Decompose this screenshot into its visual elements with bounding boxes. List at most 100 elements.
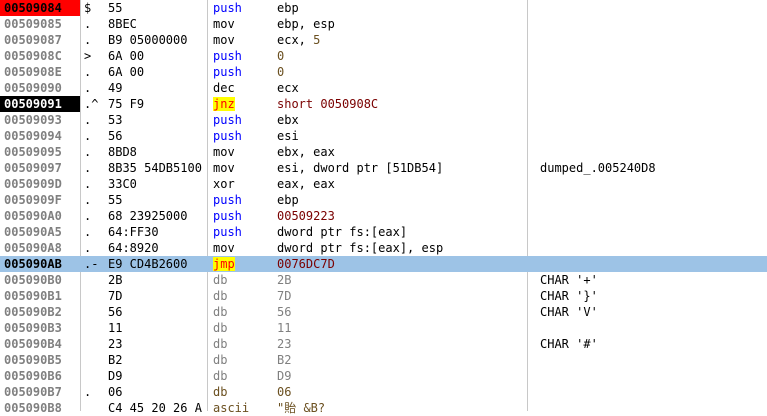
disasm-row[interactable]: 00509091 .^ 75 F9 jnz short 0050908C [0, 96, 767, 112]
disasm-row[interactable]: 00509095. 8BD8 mov ebx, eax [0, 144, 767, 160]
mnemonic: db [213, 353, 228, 367]
mnemonic: db [213, 305, 228, 319]
mnemonic-cell: push [211, 0, 277, 16]
disasm-row[interactable]: 005090B1 7D db 7D CHAR '}' [0, 288, 767, 304]
hex-dump-cell: 64:FF30 [108, 225, 159, 239]
disasm-row[interactable]: 0050908C >6A 00 push 0 [0, 48, 767, 64]
disasm-row[interactable]: 00509084 $55 push ebp [0, 0, 767, 16]
operands-cell: 0 [277, 49, 285, 63]
disasm-row[interactable]: 005090B0 2B db 2B CHAR '+' [0, 272, 767, 288]
address-cell: 0050909D [4, 177, 62, 191]
jump-marker [84, 272, 104, 288]
hex-dump-cell: 55 [108, 1, 123, 15]
disassembly-pane[interactable]: 00509084 $55 push ebp 00509085. 8BEC mov ebp, e… [0, 0, 767, 415]
disasm-row[interactable]: 0050909F. 55 push ebp [0, 192, 767, 208]
mnemonic: push [213, 65, 242, 79]
mnemonic-cell: db [211, 384, 277, 400]
jump-marker: $ [84, 1, 92, 15]
comment-cell: dumped_.005240D8 [540, 161, 656, 175]
disasm-row[interactable]: 00509085. 8BEC mov ebp, esp [0, 16, 767, 32]
operands-cell: 2B [277, 273, 292, 287]
operands-cell: esi [277, 129, 299, 143]
operands-cell: ebp [277, 193, 299, 207]
comment-cell [540, 256, 767, 272]
comment-cell [540, 96, 767, 112]
address-cell: 00509085 [4, 17, 62, 31]
operands-cell: ebp [277, 1, 299, 15]
hex-dump-cell: C4 45 20 26 A [108, 401, 202, 415]
address-cell: 0050908C [4, 49, 62, 63]
disasm-row[interactable]: 005090A5. 64:FF30 push dword ptr fs:[eax] [0, 224, 767, 240]
mnemonic-cell: mov [211, 240, 277, 256]
comment-cell: CHAR '#' [540, 337, 598, 351]
disasm-row[interactable]: 00509093. 53 push ebx [0, 112, 767, 128]
hex-dump-cell: 49 [108, 81, 123, 95]
disasm-row[interactable]: 00509087. B9 05000000 mov ecx, 5 [0, 32, 767, 48]
jump-marker: > [84, 49, 92, 63]
disasm-row[interactable]: 005090AB .- E9 CD4B2600 jmp 0076DC7D [0, 256, 767, 272]
jump-marker: . [84, 241, 92, 255]
disasm-row[interactable]: 00509090. 49 dec ecx [0, 80, 767, 96]
operands-cell: 0076DC7D [277, 257, 335, 271]
disasm-row[interactable]: 0050908E. 6A 00 push 0 [0, 64, 767, 80]
mnemonic: jmp [213, 257, 235, 271]
hex-dump-cell: 8B35 54DB5100 [108, 161, 202, 175]
hex-dump-cell: 7D [108, 289, 123, 303]
mnemonic: jnz [213, 97, 235, 111]
operands-cell: 11 [277, 321, 292, 335]
operands-cell: dword ptr fs:[eax], esp [277, 241, 444, 255]
mnemonic: mov [213, 241, 235, 255]
operands-cell: esi, dword ptr [51DB54] [277, 161, 444, 175]
jump-marker: . [84, 17, 92, 31]
disasm-row[interactable]: 005090B8 C4 45 20 26 A ascii "貽 &B? [0, 400, 767, 416]
mnemonic-cell: push [211, 112, 277, 128]
comment-cell [540, 80, 767, 96]
disasm-row[interactable]: 005090A0. 68 23925000 push 00509223 [0, 208, 767, 224]
jump-marker: . [84, 113, 92, 127]
jump-marker [84, 304, 104, 320]
mnemonic-cell: dec [211, 80, 277, 96]
jump-marker [84, 352, 104, 368]
mnemonic: mov [213, 33, 235, 47]
comment-cell: CHAR '+' [540, 273, 598, 287]
address-cell: 0050908E [4, 65, 62, 79]
jump-marker: . [84, 145, 92, 159]
hex-dump-cell: 2B [108, 273, 123, 287]
comment-cell [540, 128, 767, 144]
disasm-row[interactable]: 005090B3 11 db 11 [0, 320, 767, 336]
mnemonic-cell: db [211, 288, 277, 304]
mnemonic-cell: mov [211, 32, 277, 48]
disasm-row[interactable]: 00509094. 56 push esi [0, 128, 767, 144]
disasm-row[interactable]: 005090A8. 64:8920 mov dword ptr fs:[eax], e… [0, 240, 767, 256]
disasm-row[interactable]: 005090B7. 06 db 06 [0, 384, 767, 400]
disasm-row[interactable]: 005090B2 56 db 56 CHAR 'V' [0, 304, 767, 320]
disasm-row[interactable]: 005090B5 B2 db B2 [0, 352, 767, 368]
comment-cell [540, 400, 767, 416]
jump-marker: . [84, 65, 92, 79]
disasm-row[interactable]: 0050909D. 33C0 xor eax, eax [0, 176, 767, 192]
address-cell: 00509084 [0, 0, 80, 16]
jump-marker: . [84, 385, 92, 399]
mnemonic: push [213, 1, 242, 15]
mnemonic-cell: jnz [211, 96, 277, 112]
jump-marker [84, 400, 104, 416]
mnemonic-cell: db [211, 272, 277, 288]
disasm-row[interactable]: 00509097. 8B35 54DB5100 mov esi, dword ptr … [0, 160, 767, 176]
disasm-row[interactable]: 005090B6 D9 db D9 [0, 368, 767, 384]
disasm-row[interactable]: 005090B4 23 db 23 CHAR '#' [0, 336, 767, 352]
mnemonic: dec [213, 81, 235, 95]
address-cell: 00509093 [4, 113, 62, 127]
mnemonic-cell: mov [211, 144, 277, 160]
address-cell: 005090B4 [4, 337, 62, 351]
jump-marker: . [84, 129, 92, 143]
comment-cell [540, 64, 767, 80]
jump-marker: . [84, 161, 92, 175]
hex-dump-cell: 11 [108, 321, 123, 335]
address-cell: 00509095 [4, 145, 62, 159]
jump-marker [84, 336, 104, 352]
address-cell: 005090B8 [4, 401, 62, 415]
address-cell: 005090B7 [4, 385, 62, 399]
hex-dump-cell: 53 [108, 113, 123, 127]
operands-cell: 0 [277, 65, 285, 79]
mnemonic: mov [213, 161, 235, 175]
